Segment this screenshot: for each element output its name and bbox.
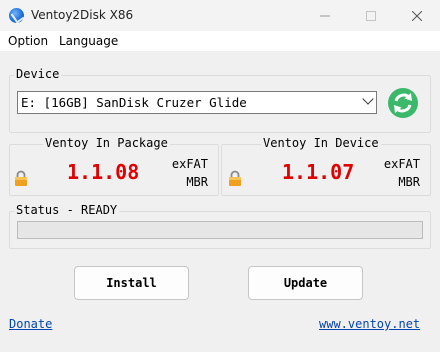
installed-label: Ventoy In Device bbox=[261, 136, 381, 150]
app-icon bbox=[9, 8, 24, 23]
package-label: Ventoy In Package bbox=[43, 136, 170, 150]
close-icon[interactable] bbox=[394, 0, 440, 31]
refresh-icon[interactable] bbox=[388, 88, 418, 118]
device-dropdown[interactable]: E: [16GB] SanDisk Cruzer Glide bbox=[17, 91, 377, 114]
installed-version: 1.1.07 bbox=[282, 160, 355, 184]
lock-icon bbox=[228, 170, 242, 186]
status-text: Status - READY bbox=[14, 203, 120, 217]
package-fs: exFAT bbox=[171, 157, 208, 171]
minimize-icon[interactable] bbox=[302, 0, 348, 31]
menu-bar: Option Language bbox=[0, 31, 440, 51]
install-button[interactable]: Install bbox=[74, 266, 189, 300]
device-group-label: Device bbox=[14, 67, 62, 81]
menu-language[interactable]: Language bbox=[59, 34, 118, 48]
update-button[interactable]: Update bbox=[248, 266, 363, 300]
menu-option[interactable]: Option bbox=[8, 34, 48, 48]
window-title: Ventoy2Disk X86 bbox=[31, 8, 134, 22]
maximize-icon bbox=[348, 0, 394, 31]
dropdown-chevron-icon bbox=[362, 93, 374, 105]
website-link[interactable]: www.ventoy.net bbox=[319, 317, 420, 331]
device-selected-value: E: [16GB] SanDisk Cruzer Glide bbox=[21, 95, 247, 110]
installed-fs: exFAT bbox=[383, 157, 420, 171]
package-partition-style: MBR bbox=[186, 175, 208, 189]
progress-bar bbox=[17, 221, 423, 239]
lock-icon bbox=[14, 170, 28, 186]
installed-partition-style: MBR bbox=[398, 175, 420, 189]
title-bar: Ventoy2Disk X86 bbox=[0, 0, 440, 31]
package-version: 1.1.08 bbox=[67, 160, 140, 184]
donate-link[interactable]: Donate bbox=[9, 317, 52, 331]
